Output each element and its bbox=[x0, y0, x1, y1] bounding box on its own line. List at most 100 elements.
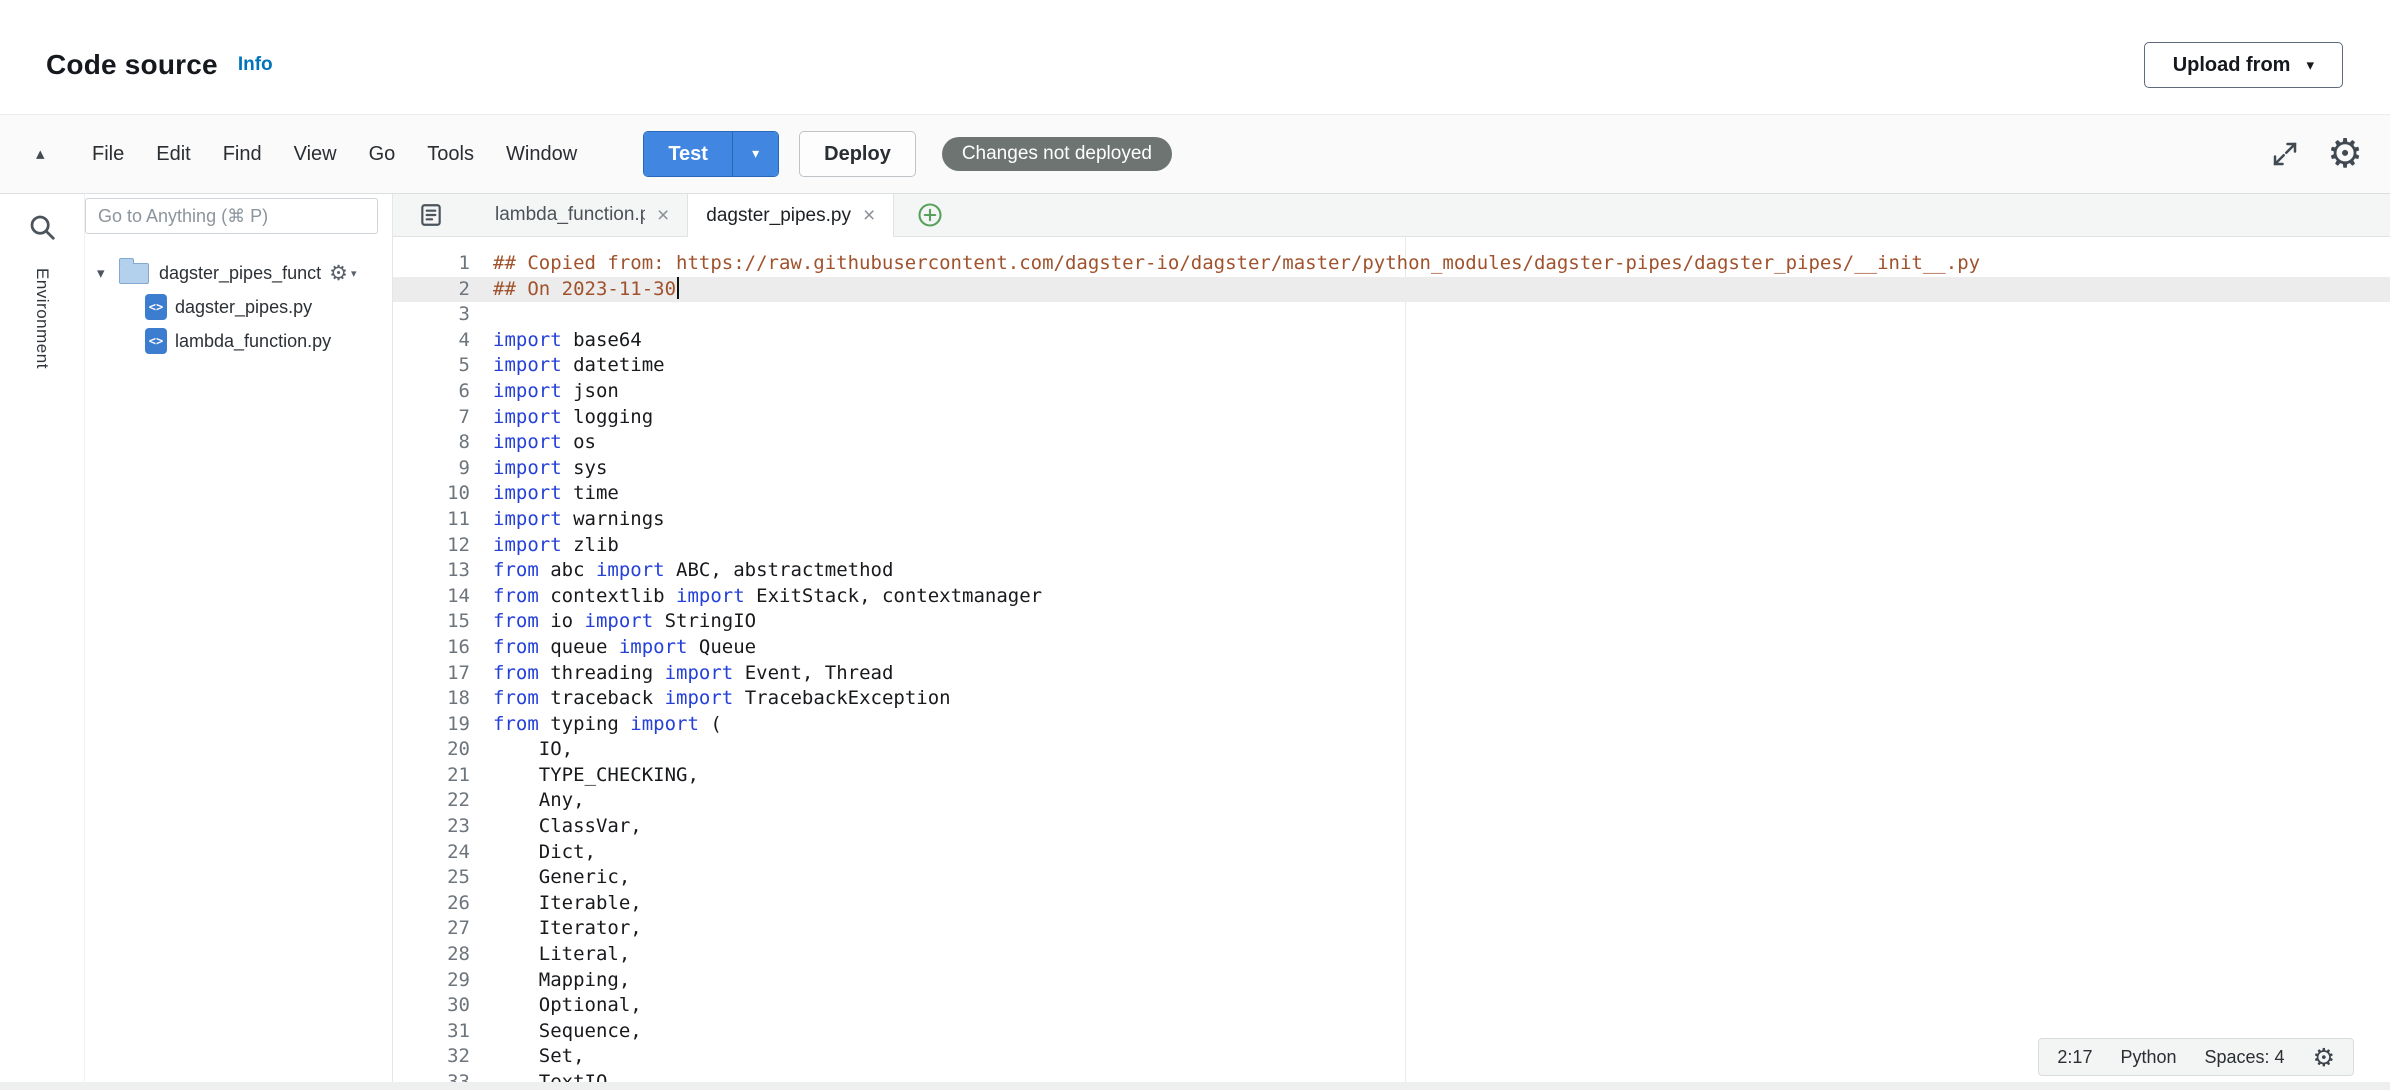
code-text: import base64 bbox=[478, 328, 642, 354]
line-number: 24 bbox=[393, 840, 478, 866]
line-number: 12 bbox=[393, 533, 478, 559]
code-line[interactable]: 23 ClassVar, bbox=[393, 814, 2390, 840]
line-number: 4 bbox=[393, 328, 478, 354]
upload-from-button[interactable]: Upload from ▾ bbox=[2144, 42, 2343, 88]
code-text: IO, bbox=[478, 737, 573, 763]
code-line[interactable]: 30 Optional, bbox=[393, 993, 2390, 1019]
code-line[interactable]: 2## On 2023-11-30 bbox=[393, 277, 2390, 303]
line-number: 21 bbox=[393, 763, 478, 789]
code-text: TYPE_CHECKING, bbox=[478, 763, 699, 789]
code-line[interactable]: 12import zlib bbox=[393, 533, 2390, 559]
line-number: 20 bbox=[393, 737, 478, 763]
code-line[interactable]: 9import sys bbox=[393, 456, 2390, 482]
code-text: TextIO bbox=[478, 1070, 607, 1082]
test-button[interactable]: Test bbox=[644, 132, 732, 176]
menu-edit[interactable]: Edit bbox=[140, 143, 206, 166]
tab-lambda_function.py[interactable]: lambda_function.py × bbox=[477, 194, 687, 236]
code-line[interactable]: 29 Mapping, bbox=[393, 968, 2390, 994]
line-number: 25 bbox=[393, 865, 478, 891]
disclosure-triangle-icon[interactable]: ▾ bbox=[97, 264, 119, 282]
menu-tools[interactable]: Tools bbox=[411, 143, 490, 166]
left-dock: Environment bbox=[0, 194, 85, 1082]
menu-go[interactable]: Go bbox=[353, 143, 412, 166]
test-dropdown-button[interactable]: ▾ bbox=[732, 132, 778, 176]
line-number: 29 bbox=[393, 968, 478, 994]
tree-folder-row[interactable]: ▾ dagster_pipes_funct ⚙▾ bbox=[85, 256, 392, 290]
code-line[interactable]: 20 IO, bbox=[393, 737, 2390, 763]
tree-file-list: <>dagster_pipes.py<>lambda_function.py bbox=[85, 290, 392, 358]
code-line[interactable]: 4import base64 bbox=[393, 328, 2390, 354]
code-line[interactable]: 3 bbox=[393, 302, 2390, 328]
settings-gear-icon[interactable]: ⚙ bbox=[2327, 134, 2363, 174]
python-file-icon: <> bbox=[145, 328, 167, 354]
code-line[interactable]: 7import logging bbox=[393, 405, 2390, 431]
code-line[interactable]: 16from queue import Queue bbox=[393, 635, 2390, 661]
code-line[interactable]: 13from abc import ABC, abstractmethod bbox=[393, 558, 2390, 584]
editor-body: Environment ▾ dagster_pipes_funct ⚙▾ <>d… bbox=[0, 194, 2390, 1082]
code-line[interactable]: 22 Any, bbox=[393, 788, 2390, 814]
language-mode[interactable]: Python bbox=[2120, 1047, 2176, 1068]
file-name: lambda_function.py bbox=[175, 331, 331, 352]
code-line[interactable]: 18from traceback import TracebackExcepti… bbox=[393, 686, 2390, 712]
code-line[interactable]: 1## Copied from: https://raw.githubuserc… bbox=[393, 251, 2390, 277]
collapse-panel-icon[interactable]: ▴ bbox=[36, 144, 62, 164]
menu-view[interactable]: View bbox=[278, 143, 353, 166]
code-text: import warnings bbox=[478, 507, 665, 533]
code-text: from threading import Event, Thread bbox=[478, 661, 893, 687]
code-text: from io import StringIO bbox=[478, 609, 756, 635]
editor-settings-gear-icon[interactable]: ⚙ bbox=[2313, 1045, 2335, 1070]
code-line[interactable]: 19from typing import ( bbox=[393, 712, 2390, 738]
code-line[interactable]: 24 Dict, bbox=[393, 840, 2390, 866]
code-line[interactable]: 17from threading import Event, Thread bbox=[393, 661, 2390, 687]
folder-name: dagster_pipes_funct bbox=[159, 263, 321, 284]
code-text: Iterable, bbox=[478, 891, 642, 917]
code-line[interactable]: 27 Iterator, bbox=[393, 916, 2390, 942]
chevron-down-icon: ▾ bbox=[351, 268, 357, 279]
line-number: 7 bbox=[393, 405, 478, 431]
cursor-position[interactable]: 2:17 bbox=[2057, 1047, 2092, 1068]
environment-tab[interactable]: Environment bbox=[32, 268, 52, 369]
goto-anything-input[interactable] bbox=[85, 198, 378, 234]
tab-dagster_pipes.py[interactable]: dagster_pipes.py× bbox=[687, 194, 894, 237]
python-file-icon: <> bbox=[145, 294, 167, 320]
code-line[interactable]: 25 Generic, bbox=[393, 865, 2390, 891]
search-icon[interactable] bbox=[27, 212, 57, 242]
code-text: ## On 2023-11-30 bbox=[478, 277, 679, 303]
test-split-button: Test ▾ bbox=[643, 131, 779, 177]
close-tab-icon[interactable]: × bbox=[863, 205, 875, 226]
deploy-status-badge: Changes not deployed bbox=[942, 137, 1172, 171]
new-tab-icon[interactable] bbox=[916, 201, 944, 229]
menu-window[interactable]: Window bbox=[490, 143, 593, 166]
line-number: 27 bbox=[393, 916, 478, 942]
tree-file-dagster_pipes.py[interactable]: <>dagster_pipes.py bbox=[85, 290, 392, 324]
menu-file[interactable]: File bbox=[76, 143, 140, 166]
tree-file-lambda_function.py[interactable]: <> lambda_function.py bbox=[85, 324, 392, 358]
code-line[interactable]: 6import json bbox=[393, 379, 2390, 405]
menu-find[interactable]: Find bbox=[207, 143, 278, 166]
close-tab-icon[interactable]: × bbox=[657, 205, 669, 226]
code-line[interactable]: 28 Literal, bbox=[393, 942, 2390, 968]
code-text: Literal, bbox=[478, 942, 630, 968]
line-number: 8 bbox=[393, 430, 478, 456]
code-line[interactable]: 5import datetime bbox=[393, 353, 2390, 379]
line-number: 10 bbox=[393, 481, 478, 507]
line-number: 15 bbox=[393, 609, 478, 635]
file-list-icon[interactable] bbox=[418, 202, 444, 228]
code-line[interactable]: 21 TYPE_CHECKING, bbox=[393, 763, 2390, 789]
info-link[interactable]: Info bbox=[238, 54, 273, 76]
code-editor[interactable]: 1## Copied from: https://raw.githubuserc… bbox=[393, 237, 2390, 1082]
folder-settings-gear-icon[interactable]: ⚙▾ bbox=[329, 263, 356, 284]
code-line[interactable]: 8import os bbox=[393, 430, 2390, 456]
code-line[interactable]: 14from contextlib import ExitStack, cont… bbox=[393, 584, 2390, 610]
code-text: Optional, bbox=[478, 993, 642, 1019]
editor-menubar: ▴ FileEditFindViewGoToolsWindow Test ▾ D… bbox=[0, 114, 2390, 194]
code-line[interactable]: 26 Iterable, bbox=[393, 891, 2390, 917]
tab-label: lambda_function.py bbox=[495, 204, 645, 226]
code-line[interactable]: 11import warnings bbox=[393, 507, 2390, 533]
lambda-code-source-panel: Code source Info Upload from ▾ ▴ FileEdi… bbox=[0, 0, 2390, 1082]
indent-setting[interactable]: Spaces: 4 bbox=[2205, 1047, 2285, 1068]
code-line[interactable]: 10import time bbox=[393, 481, 2390, 507]
deploy-button[interactable]: Deploy bbox=[799, 131, 916, 177]
code-line[interactable]: 15from io import StringIO bbox=[393, 609, 2390, 635]
fullscreen-icon[interactable] bbox=[2270, 139, 2300, 169]
